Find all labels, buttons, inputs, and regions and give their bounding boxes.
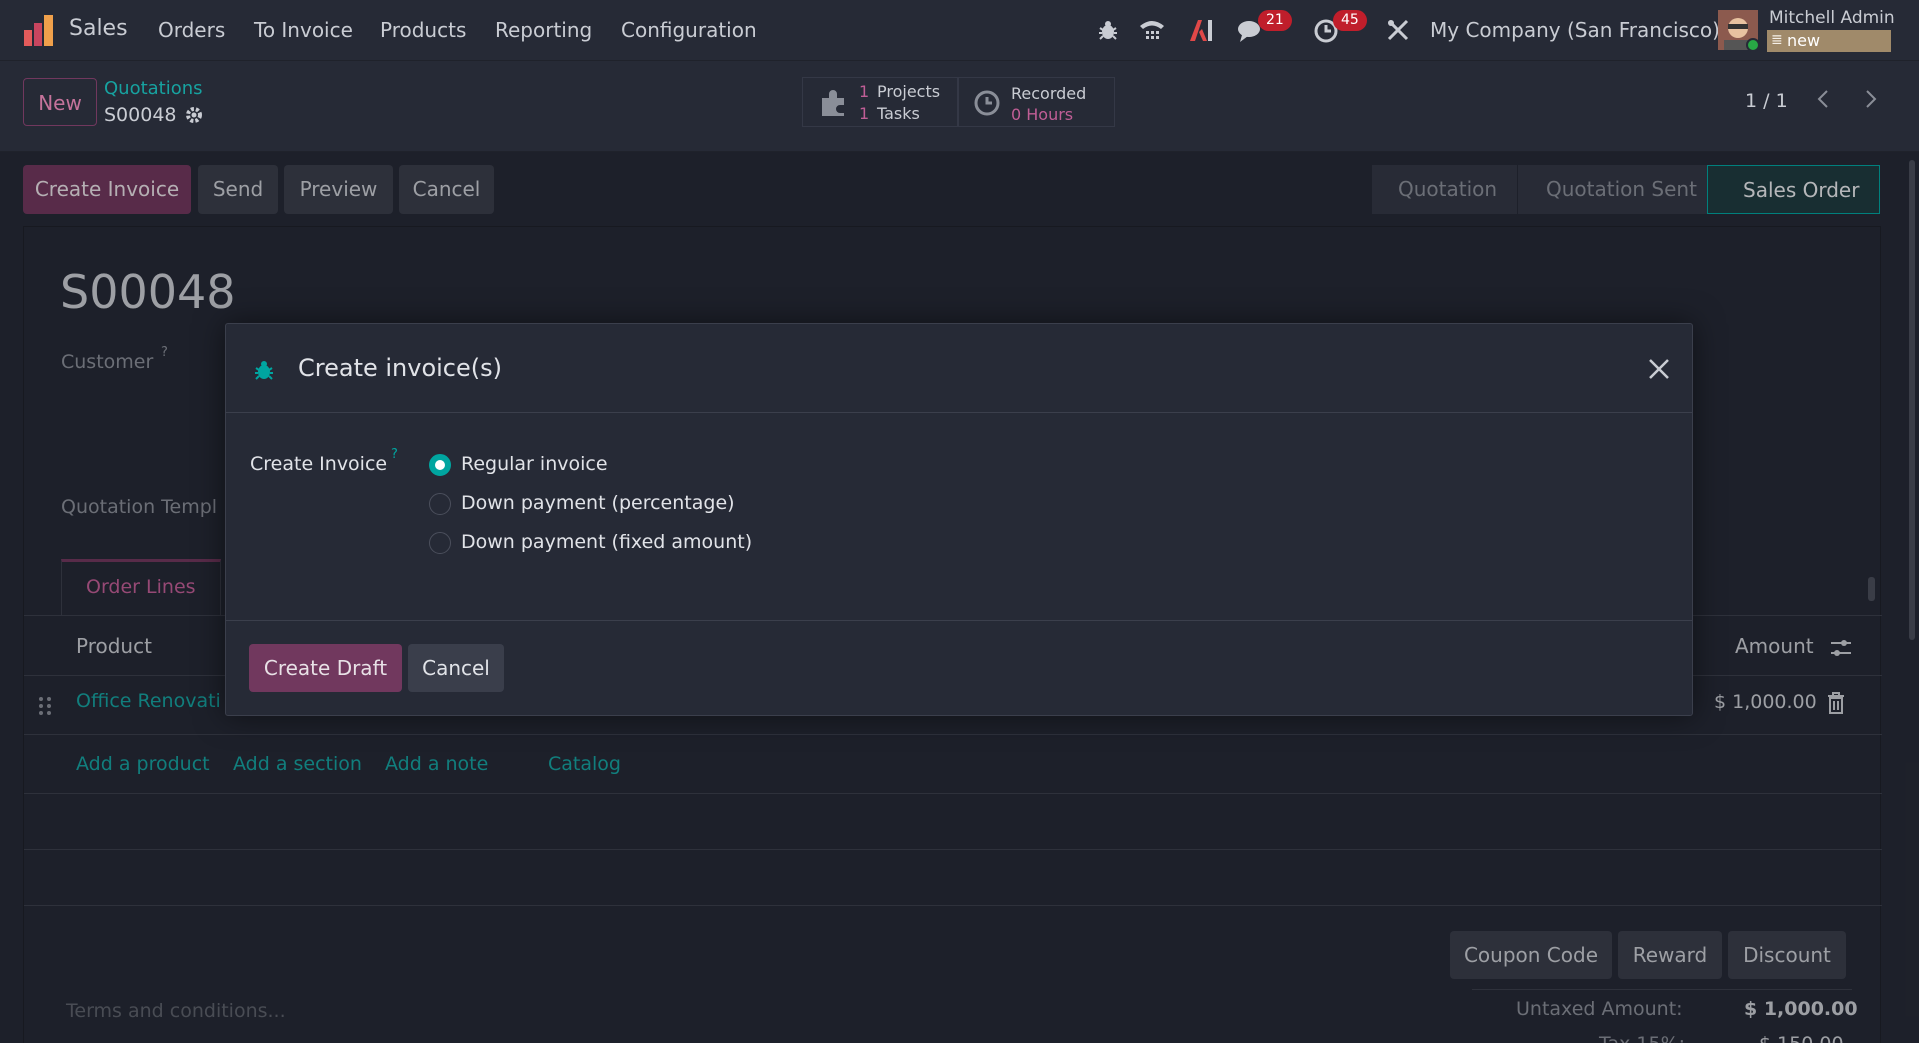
clock-icon	[974, 90, 1000, 116]
menu-to-invoice[interactable]: To Invoice	[254, 18, 353, 42]
tools-icon[interactable]	[1386, 18, 1410, 42]
new-button[interactable]: New	[23, 78, 97, 126]
create-invoice-label: Create Invoice	[250, 453, 388, 475]
database-name: new	[1787, 31, 1821, 50]
gear-icon[interactable]	[184, 105, 204, 125]
radio-down-payment-fixed[interactable]	[429, 532, 451, 554]
debug-bug-icon[interactable]	[1098, 19, 1118, 41]
database-tag: ≣ new	[1767, 30, 1891, 52]
dialog-header: Create invoice(s)	[226, 324, 1692, 413]
option-regular-invoice[interactable]: Regular invoice	[461, 453, 608, 475]
projects-smart-button[interactable]: 1 Projects 1 Tasks	[802, 77, 958, 127]
menu-reporting[interactable]: Reporting	[495, 18, 592, 42]
phone-icon[interactable]	[1138, 18, 1166, 42]
menu-products[interactable]: Products	[380, 18, 466, 42]
ai-icon[interactable]	[1188, 18, 1214, 42]
projects-label: Projects	[877, 82, 941, 101]
chevron-right-icon	[1866, 90, 1877, 108]
chevron-left-icon	[1817, 90, 1828, 108]
menu-orders[interactable]: Orders	[158, 18, 225, 42]
option-down-payment-percentage[interactable]: Down payment (percentage)	[461, 492, 735, 514]
bug-icon	[255, 361, 273, 380]
control-panel: New Quotations S00048 1 Projects 1 Tasks…	[0, 62, 1919, 152]
close-icon[interactable]	[1647, 357, 1671, 381]
radio-down-payment-percentage[interactable]	[429, 493, 451, 515]
create-invoice-dialog: Create invoice(s) Create Invoice ? Regul…	[225, 323, 1693, 716]
pager-value[interactable]: 1 / 1	[1745, 90, 1788, 112]
dialog-cancel-button[interactable]: Cancel	[408, 644, 504, 692]
breadcrumb-quotations[interactable]: Quotations	[104, 78, 203, 99]
recorded-label: Recorded	[1011, 84, 1087, 103]
user-avatar[interactable]	[1718, 10, 1760, 52]
option-down-payment-fixed[interactable]: Down payment (fixed amount)	[461, 531, 752, 553]
radio-regular-invoice[interactable]	[429, 454, 451, 476]
online-status-icon	[1746, 38, 1760, 52]
create-draft-button[interactable]: Create Draft	[249, 644, 402, 692]
main-navbar: Sales Orders To Invoice Products Reporti…	[0, 0, 1919, 61]
recorded-hours-smart-button[interactable]: Recorded 0 Hours	[958, 77, 1115, 127]
company-switcher[interactable]: My Company (San Francisco)	[1430, 18, 1720, 42]
sales-app-icon[interactable]	[22, 14, 56, 46]
user-name[interactable]: Mitchell Admin	[1769, 8, 1895, 28]
create-invoice-help-icon[interactable]: ?	[391, 447, 398, 462]
dialog-footer: Create Draft Cancel	[226, 620, 1692, 717]
projects-count: 1	[859, 82, 870, 101]
app-title[interactable]: Sales	[69, 16, 128, 41]
pager-next-button[interactable]	[1851, 79, 1889, 119]
dialog-title: Create invoice(s)	[298, 354, 502, 382]
pager-previous-button[interactable]	[1805, 79, 1843, 119]
messages-badge: 21	[1258, 10, 1292, 31]
database-icon: ≣	[1771, 32, 1783, 48]
breadcrumb-record: S00048	[104, 104, 177, 126]
puzzle-icon	[822, 90, 844, 116]
menu-configuration[interactable]: Configuration	[621, 18, 757, 42]
recorded-value: 0 Hours	[1011, 105, 1074, 124]
tasks-label: Tasks	[877, 104, 920, 123]
tasks-count: 1	[859, 104, 870, 123]
activities-badge: 45	[1333, 10, 1367, 31]
